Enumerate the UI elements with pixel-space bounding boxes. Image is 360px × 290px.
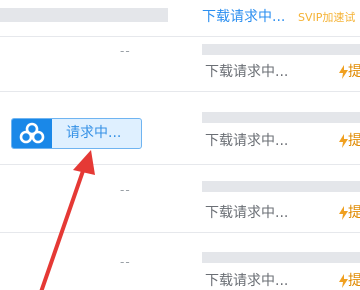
download-status: 下载请求中... xyxy=(205,64,289,80)
speedup-label: 提 xyxy=(348,133,360,149)
baidu-cloud-icon xyxy=(12,119,52,148)
speedup-link[interactable]: 提 xyxy=(339,273,360,289)
speedup-label: 提 xyxy=(348,64,360,80)
speedup-link[interactable]: 提 xyxy=(339,64,360,80)
row-divider xyxy=(0,91,360,92)
progress-placeholder xyxy=(202,181,360,192)
lightning-icon xyxy=(339,65,348,79)
file-name-placeholder xyxy=(0,8,168,22)
download-status: 下载请求中... xyxy=(205,133,289,149)
speedup-label: 提 xyxy=(348,205,360,221)
file-size: -- xyxy=(120,183,131,197)
lightning-icon xyxy=(339,134,348,148)
row-divider xyxy=(0,36,360,37)
file-size: -- xyxy=(120,44,131,58)
progress-placeholder xyxy=(202,112,360,123)
download-status: 下载请求中... xyxy=(205,273,289,289)
lightning-icon xyxy=(339,274,348,288)
download-status: 下载请求中... xyxy=(202,9,286,25)
lightning-icon xyxy=(339,206,348,220)
file-size: -- xyxy=(120,255,131,269)
speedup-label: 提 xyxy=(348,273,360,289)
row-divider xyxy=(0,232,360,233)
speedup-link[interactable]: 提 xyxy=(339,133,360,149)
progress-placeholder xyxy=(202,44,360,55)
svip-speedup-link[interactable]: SVIP加速试 xyxy=(298,11,355,25)
request-button-label: 请求中... xyxy=(66,125,122,141)
request-button[interactable]: 请求中... xyxy=(11,118,142,149)
row-divider xyxy=(0,164,360,165)
download-status: 下载请求中... xyxy=(205,205,289,221)
speedup-link[interactable]: 提 xyxy=(339,205,360,221)
progress-placeholder xyxy=(202,252,360,263)
